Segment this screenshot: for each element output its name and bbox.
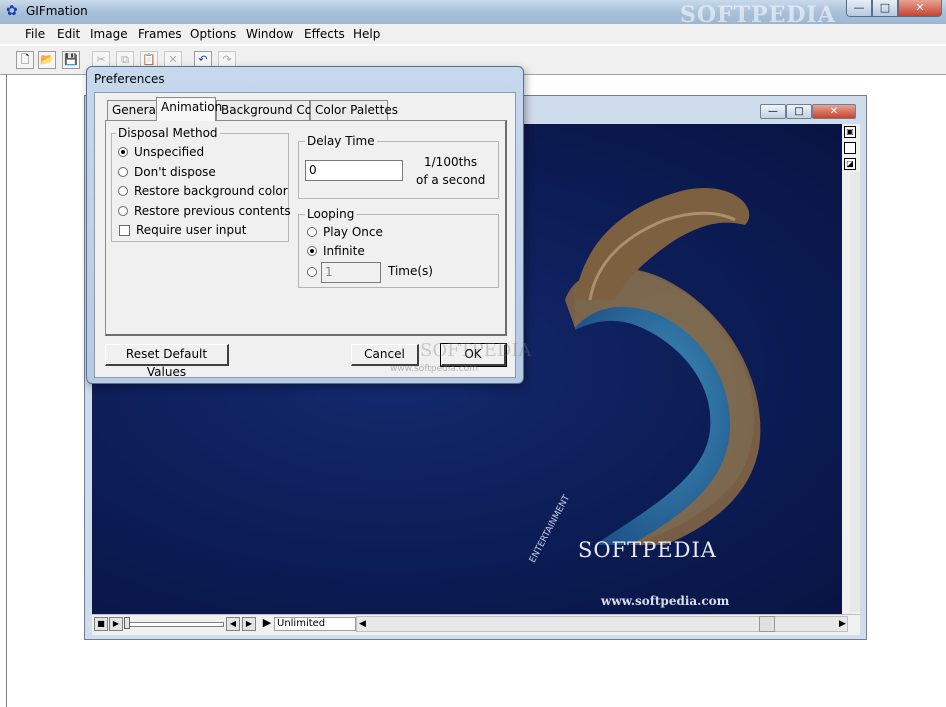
island-image bbox=[565, 188, 761, 545]
dialog-title: Preferences bbox=[94, 72, 165, 86]
app-icon[interactable]: ✿ bbox=[6, 3, 22, 19]
menu-bar: File Edit Image Frames Options Window Ef… bbox=[0, 24, 946, 44]
looping-label: Looping bbox=[305, 207, 357, 221]
radio-restore-background[interactable] bbox=[118, 186, 128, 196]
frame-tool-icon[interactable]: ▣ bbox=[844, 126, 856, 138]
loop-times-input[interactable]: 1 bbox=[321, 262, 381, 283]
child-close-button[interactable]: ✕ bbox=[812, 104, 856, 119]
open-icon[interactable]: 📂 bbox=[38, 51, 56, 69]
reset-default-values-button[interactable]: Reset Default Values bbox=[105, 344, 229, 379]
tab-background-color[interactable]: Background Color bbox=[216, 100, 328, 120]
frame-slider-track[interactable] bbox=[128, 622, 224, 627]
dialog-watermark: SOFTPEDIA bbox=[420, 340, 532, 361]
edit-tool-icon[interactable]: ◪ bbox=[844, 158, 856, 170]
horizontal-scroll-thumb[interactable] bbox=[759, 616, 775, 632]
child-maximize-button[interactable]: □ bbox=[786, 104, 812, 119]
softpedia-logo-text: SOFTPEDIA bbox=[578, 538, 717, 562]
menu-image[interactable]: Image bbox=[90, 27, 128, 41]
minimize-button[interactable]: — bbox=[846, 0, 872, 17]
require-user-input-checkbox[interactable] bbox=[119, 225, 130, 236]
label-restore-previous: Restore previous contents bbox=[134, 204, 291, 218]
label-play-once: Play Once bbox=[323, 225, 383, 239]
app-title: GIFmation bbox=[26, 4, 88, 18]
loop-arrow-icon[interactable]: ▶ bbox=[260, 617, 274, 631]
scroll-right-icon[interactable]: ▶ bbox=[839, 619, 846, 629]
blank-tool-icon[interactable] bbox=[844, 142, 856, 154]
next-frame-icon[interactable]: ▶ bbox=[242, 617, 256, 631]
cancel-button[interactable]: Cancel bbox=[351, 344, 419, 366]
close-button[interactable]: ✕ bbox=[898, 0, 942, 17]
label-unspecified: Unspecified bbox=[134, 145, 205, 159]
disposal-method-label: Disposal Method bbox=[116, 126, 220, 140]
tab-general[interactable]: General bbox=[107, 100, 159, 120]
radio-times[interactable] bbox=[307, 267, 317, 277]
label-times: Time(s) bbox=[388, 264, 433, 278]
child-minimize-button[interactable]: — bbox=[760, 104, 786, 119]
new-icon[interactable]: 🗋 bbox=[16, 51, 34, 69]
loop-count-field[interactable]: Unlimited bbox=[274, 617, 356, 631]
label-dont-dispose: Don't dispose bbox=[134, 165, 216, 179]
menu-frames[interactable]: Frames bbox=[138, 27, 182, 41]
vertical-scrollbar[interactable] bbox=[850, 172, 860, 612]
radio-infinite[interactable] bbox=[307, 246, 317, 256]
delay-time-label: Delay Time bbox=[305, 134, 377, 148]
tab-color-palettes[interactable]: Color Palettes bbox=[310, 100, 398, 120]
menu-file[interactable]: File bbox=[25, 27, 45, 41]
menu-window[interactable]: Window bbox=[246, 27, 293, 41]
delay-time-input[interactable]: 0 bbox=[305, 160, 403, 181]
radio-restore-previous[interactable] bbox=[118, 206, 128, 216]
label-infinite: Infinite bbox=[323, 244, 365, 258]
delay-unit-line2: of a second bbox=[416, 173, 486, 187]
maximize-button[interactable]: □ bbox=[872, 0, 898, 17]
frame-slider-thumb[interactable] bbox=[124, 617, 130, 629]
radio-play-once[interactable] bbox=[307, 227, 317, 237]
label-require-user-input: Require user input bbox=[136, 223, 247, 237]
softpedia-url-text: www.softpedia.com bbox=[601, 594, 730, 608]
menu-options[interactable]: Options bbox=[190, 27, 236, 41]
menu-help[interactable]: Help bbox=[353, 27, 380, 41]
radio-unspecified[interactable] bbox=[118, 147, 128, 157]
play-icon[interactable]: ▶ bbox=[109, 617, 123, 631]
menu-effects[interactable]: Effects bbox=[304, 27, 345, 41]
dialog-watermark-url: www.softpedia.com bbox=[390, 364, 478, 374]
stop-icon[interactable]: ■ bbox=[94, 617, 108, 631]
save-icon[interactable]: 💾 bbox=[62, 51, 80, 69]
menu-edit[interactable]: Edit bbox=[57, 27, 80, 41]
radio-dont-dispose[interactable] bbox=[118, 167, 128, 177]
label-restore-background: Restore background color bbox=[134, 184, 288, 198]
prev-frame-icon[interactable]: ◀ bbox=[226, 617, 240, 631]
scroll-left-icon[interactable]: ◀ bbox=[359, 619, 366, 629]
tab-animation[interactable]: Animation bbox=[156, 97, 222, 121]
delay-unit-line1: 1/100ths bbox=[424, 155, 478, 169]
